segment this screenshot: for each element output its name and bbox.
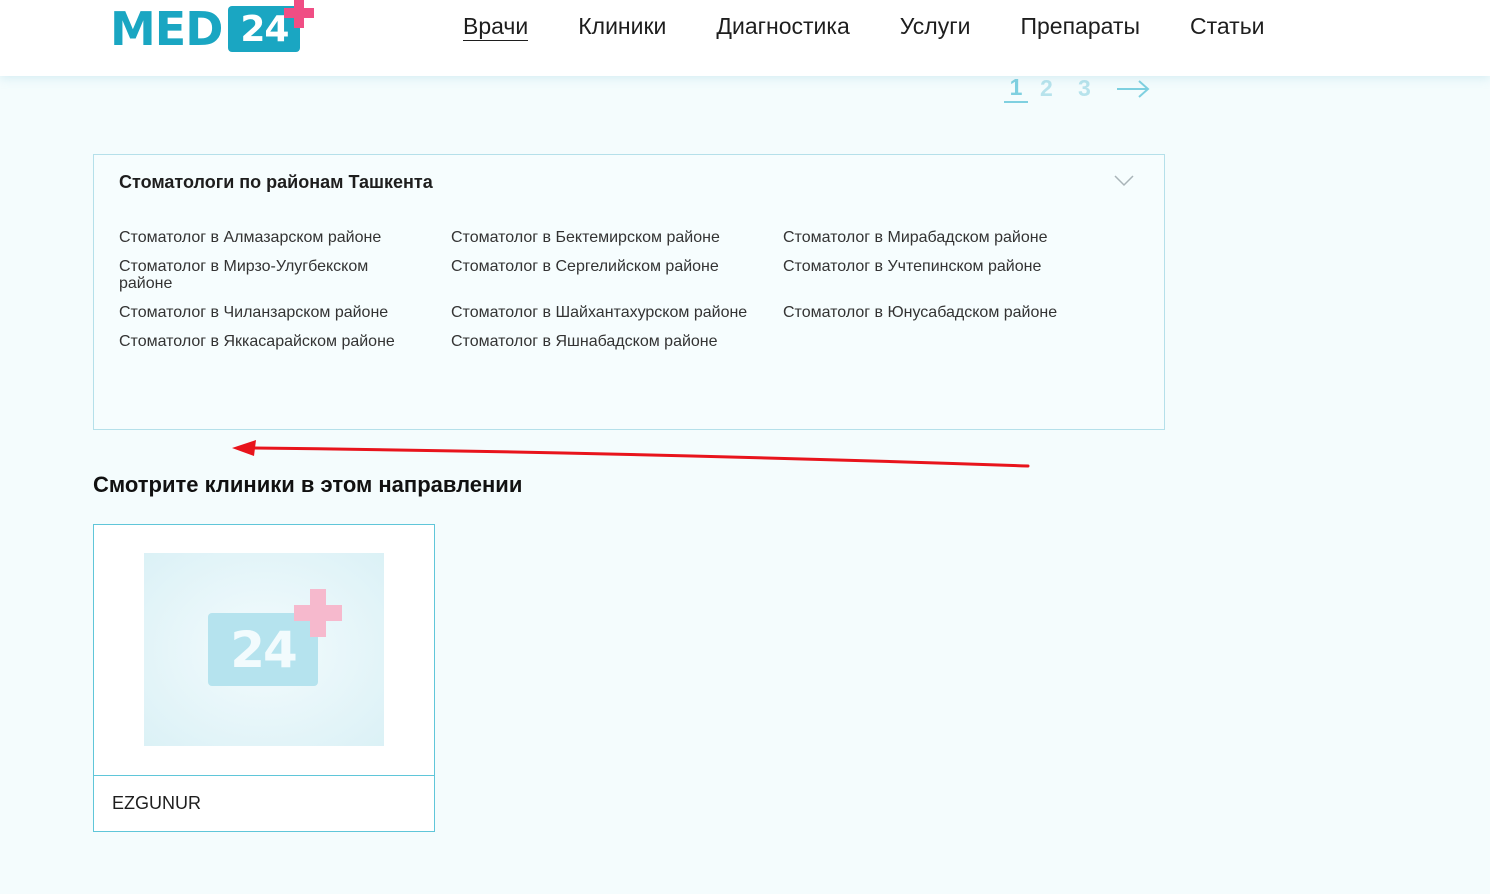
- district-link[interactable]: Стоматолог в Юнусабадском районе: [783, 304, 1083, 321]
- districts-panel: Стоматологи по районам Ташкента Стоматол…: [93, 154, 1165, 430]
- nav-item-articles[interactable]: Статьи: [1190, 12, 1265, 41]
- district-link[interactable]: Стоматолог в Учтепинском районе: [783, 258, 1083, 292]
- logo-number: 24: [240, 8, 289, 50]
- nav-item-medicines[interactable]: Препараты: [1020, 12, 1140, 41]
- page-1-link[interactable]: 1: [1004, 74, 1028, 103]
- pagination: 1 2 3: [1004, 74, 1150, 103]
- district-link[interactable]: Стоматолог в Мирзо-Улугбекском районе: [119, 258, 419, 292]
- placeholder-number: 24: [230, 620, 298, 679]
- site-header: MED 24 Врачи Клиники Диагностика Услуги …: [0, 0, 1490, 76]
- district-link[interactable]: Стоматолог в Чиланзарском районе: [119, 304, 419, 321]
- district-link[interactable]: Стоматолог в Яшнабадском районе: [451, 333, 751, 350]
- districts-title: Стоматологи по районам Ташкента: [119, 172, 433, 192]
- arrow-right-icon[interactable]: [1116, 79, 1150, 99]
- logo-badge: 24: [228, 0, 315, 52]
- districts-list: Стоматолог в Алмазарском районе Стоматол…: [119, 229, 1119, 350]
- clinic-image-placeholder: 24: [144, 553, 384, 746]
- page-2-link[interactable]: 2: [1040, 75, 1078, 102]
- clinic-name[interactable]: EZGUNUR: [112, 793, 201, 814]
- main-nav: Врачи Клиники Диагностика Услуги Препара…: [463, 12, 1315, 41]
- plus-icon: [294, 589, 342, 637]
- district-link[interactable]: Стоматолог в Шайхантахурском районе: [451, 304, 751, 321]
- med24-logo[interactable]: MED 24: [110, 0, 315, 56]
- district-link[interactable]: Стоматолог в Яккасарайском районе: [119, 333, 419, 350]
- nav-item-clinics[interactable]: Клиники: [578, 12, 666, 41]
- district-link[interactable]: Стоматолог в Сергелийском районе: [451, 258, 751, 292]
- district-link[interactable]: Стоматолог в Алмазарском районе: [119, 229, 419, 246]
- district-link[interactable]: Стоматолог в Бектемирском районе: [451, 229, 751, 246]
- plus-icon: [284, 0, 315, 28]
- card-divider: [94, 775, 434, 776]
- logo-text: MED: [110, 2, 223, 56]
- chevron-down-icon[interactable]: [1114, 175, 1134, 187]
- clinic-card[interactable]: 24 EZGUNUR: [93, 524, 435, 832]
- nav-item-services[interactable]: Услуги: [900, 12, 971, 41]
- clinics-section-title: Смотрите клиники в этом направлении: [93, 472, 523, 497]
- nav-item-diagnostics[interactable]: Диагностика: [716, 12, 849, 41]
- page-3-link[interactable]: 3: [1078, 75, 1116, 102]
- nav-item-doctors[interactable]: Врачи: [463, 12, 529, 41]
- district-link[interactable]: Стоматолог в Мирабадском районе: [783, 229, 1083, 246]
